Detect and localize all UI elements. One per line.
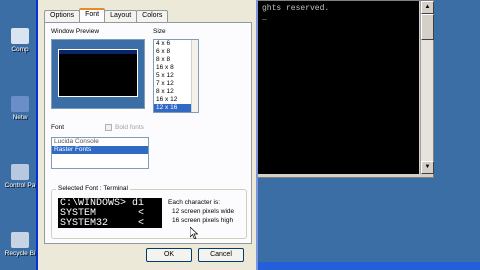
console-line: ghts reserved. bbox=[262, 4, 330, 13]
tab-strip: Options Font Layout Colors bbox=[44, 8, 169, 22]
taskbar-strip bbox=[258, 262, 480, 270]
tab-layout[interactable]: Layout bbox=[104, 10, 138, 22]
desktop-icon-control-panel[interactable]: Control Pa bbox=[2, 164, 38, 189]
scroll-up-button[interactable]: ▲ bbox=[421, 1, 434, 14]
ok-button[interactable]: OK bbox=[146, 248, 192, 262]
mouse-pointer-icon bbox=[190, 227, 198, 239]
checkbox-box[interactable] bbox=[105, 124, 112, 131]
console-screen[interactable]: ghts reserved. _ bbox=[252, 1, 419, 174]
network-icon bbox=[11, 96, 29, 112]
desktop-icon-my-computer[interactable]: Comp bbox=[2, 28, 38, 53]
console-scrollbar[interactable]: ▲ ▼ bbox=[420, 1, 434, 174]
font-listbox[interactable]: Lucida Console Raster Fonts bbox=[51, 137, 149, 169]
properties-dialog: Options Font Layout Colors Window Previe… bbox=[36, 0, 258, 270]
recycle-bin-icon bbox=[11, 232, 29, 248]
size-listbox[interactable]: 4 x 6 6 x 8 8 x 8 16 x 8 5 x 12 7 x 12 8… bbox=[153, 39, 199, 113]
desktop-icon-recycle-bin[interactable]: Recycle Bi bbox=[2, 232, 38, 257]
window-preview-label: Window Preview bbox=[51, 28, 100, 35]
size-label: Size bbox=[153, 28, 166, 35]
scroll-thumb[interactable] bbox=[421, 14, 434, 40]
font-option[interactable]: Lucida Console bbox=[52, 138, 148, 146]
preview-console-window bbox=[58, 49, 138, 97]
scroll-down-button[interactable]: ▼ bbox=[421, 161, 434, 174]
tab-options[interactable]: Options bbox=[44, 10, 81, 22]
console-window[interactable]: ghts reserved. _ ▲ ▼ bbox=[248, 0, 434, 178]
bold-fonts-checkbox[interactable]: Bold fonts bbox=[105, 124, 144, 131]
tab-font[interactable]: Font bbox=[79, 8, 106, 22]
character-info: Each character is: 12 screen pixels wide… bbox=[168, 198, 234, 225]
bold-fonts-label: Bold fonts bbox=[115, 124, 144, 131]
char-info-title: Each character is: bbox=[168, 199, 221, 206]
control-panel-icon bbox=[11, 164, 29, 180]
font-label: Font bbox=[51, 124, 65, 131]
window-preview bbox=[51, 39, 145, 109]
tab-colors[interactable]: Colors bbox=[136, 10, 169, 22]
selected-font-group: Selected Font : Terminal C:\WINDOWS> di S… bbox=[51, 185, 247, 239]
font-sample-preview: C:\WINDOWS> di SYSTEM < SYSTEM32 < bbox=[58, 198, 162, 228]
console-cursor: _ bbox=[262, 13, 267, 22]
char-height: 16 screen pixels high bbox=[172, 217, 234, 224]
font-tab-panel: Window Preview Size 4 x 6 6 x 8 8 x 8 16… bbox=[44, 22, 252, 244]
desktop-icon-network[interactable]: Netw bbox=[2, 96, 38, 121]
selected-font-legend: Selected Font : Terminal bbox=[56, 185, 130, 192]
size-list-scrollbar[interactable] bbox=[191, 40, 198, 112]
my-computer-icon bbox=[11, 28, 29, 44]
char-width: 12 screen pixels wide bbox=[172, 208, 235, 215]
font-option-selected[interactable]: Raster Fonts bbox=[52, 146, 148, 154]
sample-line: SYSTEM32 < bbox=[60, 218, 145, 229]
cancel-button[interactable]: Cancel bbox=[198, 248, 244, 262]
